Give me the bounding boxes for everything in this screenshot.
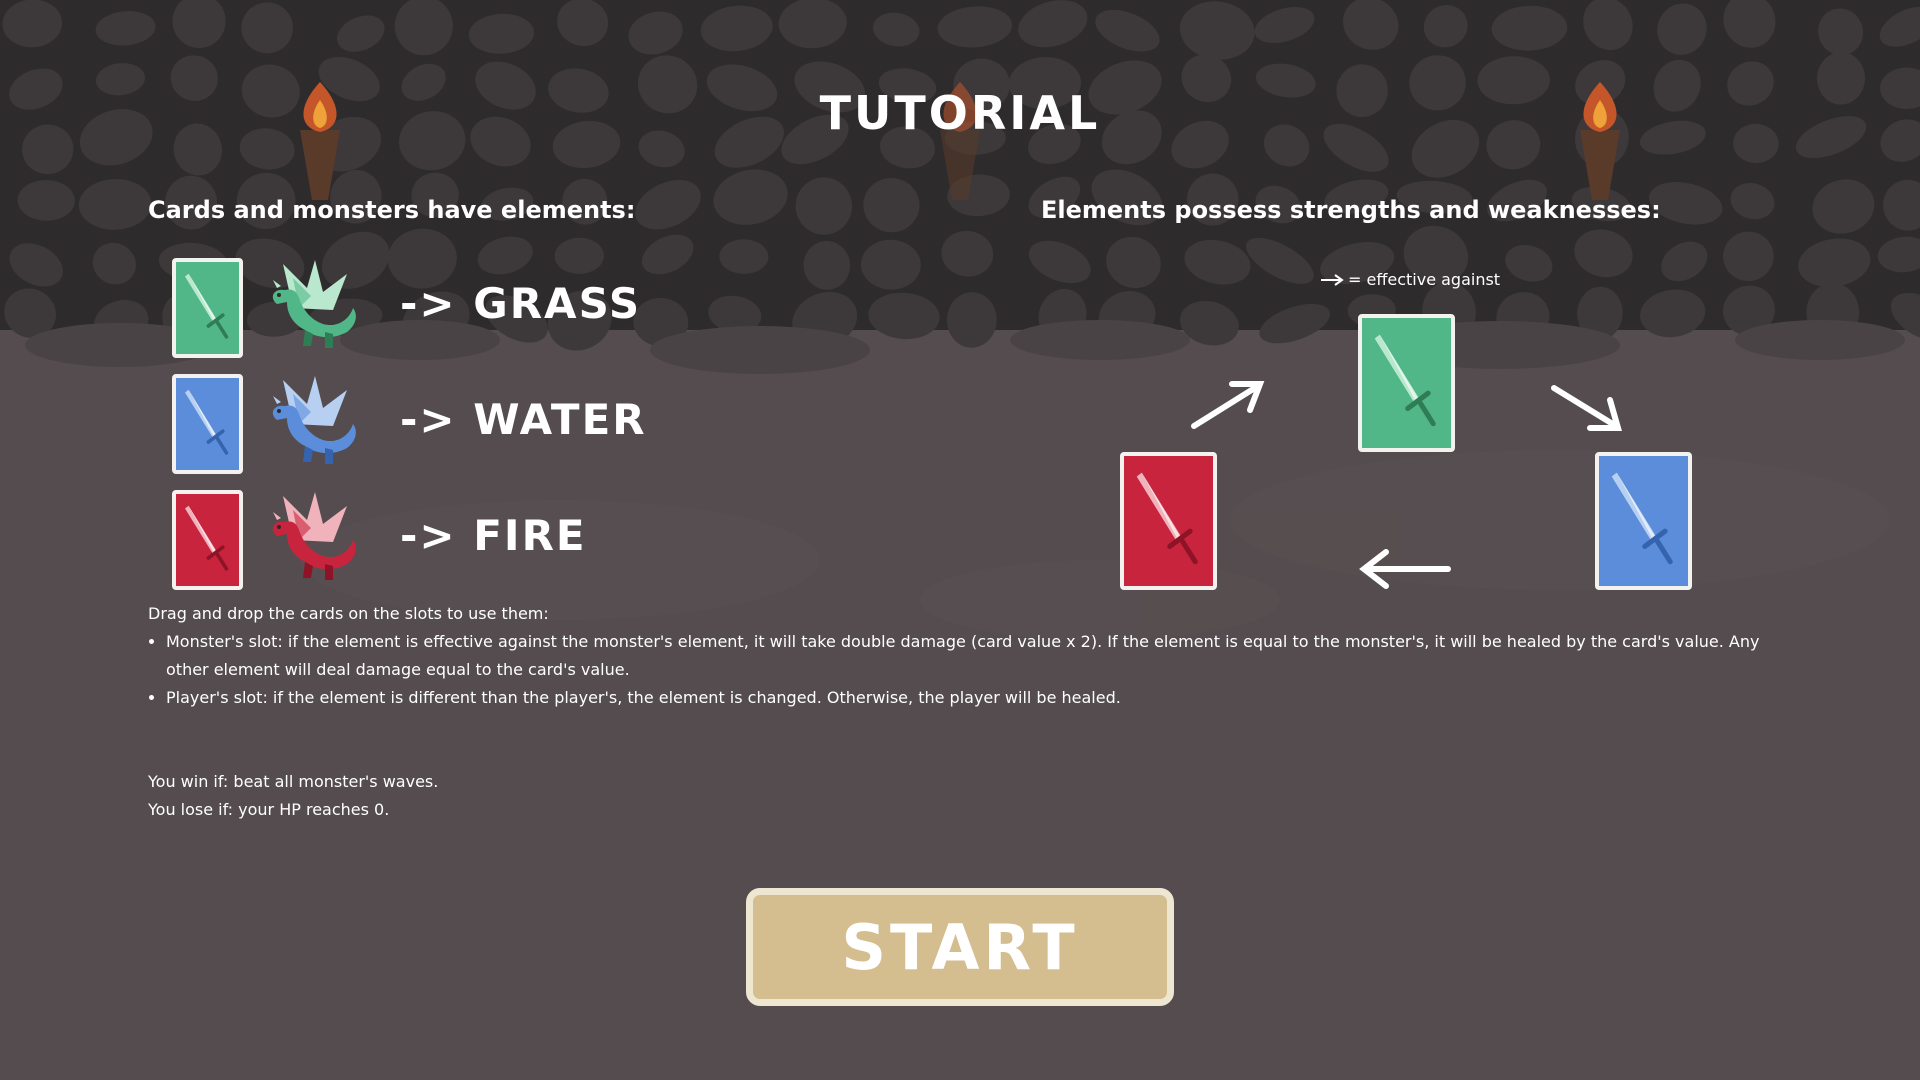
fire-to-grass-arrow [1191, 381, 1265, 429]
start-button-label: START [841, 910, 1079, 984]
elements-heading: Cards and monsters have elements: [148, 196, 636, 224]
legend-text: = effective against [1348, 270, 1501, 289]
page-title: TUTORIAL [819, 86, 1101, 140]
rule-monster-slot: Monster's slot: if the element is effect… [166, 628, 1768, 684]
water-card [172, 374, 243, 474]
win-lose-conditions: You win if: beat all monster's waves. Yo… [148, 768, 438, 824]
grass-dragon-icon [263, 258, 363, 354]
rules-list: Monster's slot: if the element is effect… [148, 628, 1768, 712]
rule-player-slot: Player's slot: if the element is differe… [166, 684, 1768, 712]
sword-icon [185, 273, 229, 339]
rules-intro: Drag and drop the cards on the slots to … [148, 604, 549, 623]
fire-label: -> FIRE [400, 511, 587, 560]
fire-dragon-icon [263, 490, 363, 586]
water-dragon-icon [263, 374, 363, 470]
lose-condition: You lose if: your HP reaches 0. [148, 800, 390, 819]
strengths-heading: Elements possess strengths and weaknesse… [1041, 196, 1661, 224]
water-to-fire-arrow [1359, 549, 1451, 589]
grass-card [172, 258, 243, 358]
sword-icon [185, 505, 229, 571]
rules-text: Drag and drop the cards on the slots to … [148, 600, 1768, 712]
right-arrow-icon [1321, 273, 1344, 286]
win-condition: You win if: beat all monster's waves. [148, 772, 439, 791]
grass-to-water-arrow [1551, 385, 1622, 431]
tutorial-screen: TUTORIAL Cards and monsters have element… [0, 0, 1920, 1080]
effective-against-legend: = effective against [1320, 270, 1500, 289]
water-label: -> WATER [400, 395, 647, 444]
grass-label: -> GRASS [400, 279, 642, 328]
fire-card [172, 490, 243, 590]
sword-icon [185, 389, 229, 455]
element-cycle-arrows [1191, 381, 1622, 589]
start-button[interactable]: START [746, 888, 1174, 1006]
